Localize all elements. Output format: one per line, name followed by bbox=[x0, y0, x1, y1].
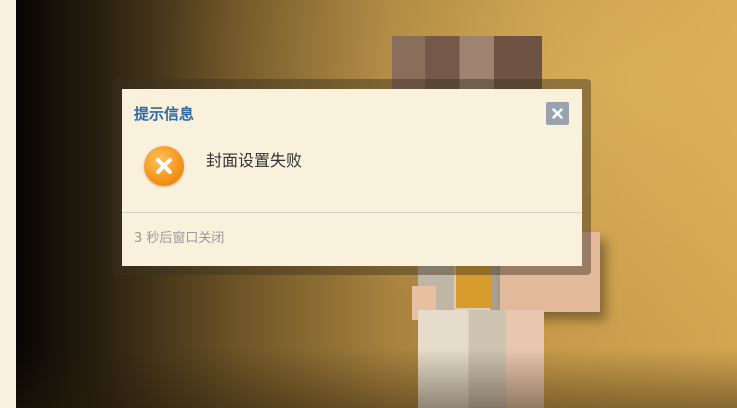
dialog-message: 封面设置失败 bbox=[206, 151, 303, 170]
dialog-title: 提示信息 bbox=[134, 105, 195, 123]
close-icon bbox=[552, 108, 563, 119]
close-button[interactable] bbox=[546, 102, 569, 125]
error-x-icon bbox=[144, 146, 184, 186]
auto-close-countdown: 3 秒后窗口关闭 bbox=[134, 231, 225, 246]
alert-dialog: 提示信息 封面设置失败 3 秒后窗口关闭 bbox=[122, 89, 582, 266]
floor-shadow bbox=[16, 348, 737, 408]
dialog-divider bbox=[122, 212, 582, 213]
